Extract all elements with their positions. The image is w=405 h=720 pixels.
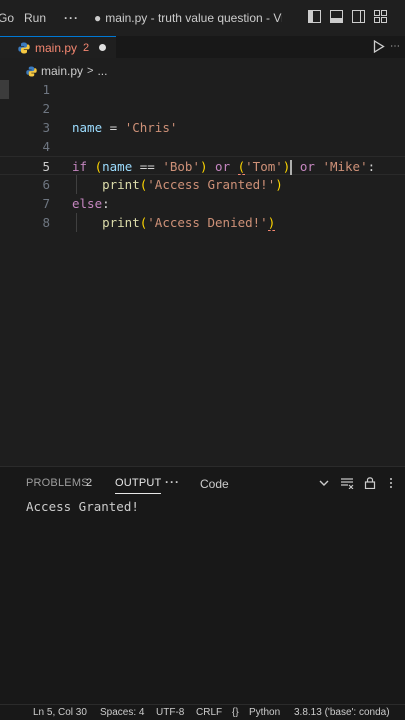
code-text: else: bbox=[72, 194, 110, 213]
toggle-panel-icon[interactable] bbox=[330, 10, 343, 23]
layout-controls bbox=[308, 10, 387, 23]
python-file-icon bbox=[26, 65, 37, 77]
output-channel-select[interactable]: Code bbox=[200, 477, 229, 491]
code-line: 7 else: bbox=[0, 194, 405, 213]
line-number: 5 bbox=[42, 159, 50, 174]
line-number: 2 bbox=[42, 101, 50, 116]
paren-close: ) bbox=[267, 215, 276, 231]
menu-go[interactable]: Go bbox=[0, 11, 19, 25]
line-number: 8 bbox=[42, 215, 50, 230]
string-literal: 'Access Denied!' bbox=[147, 215, 268, 230]
string-literal: 'Mike' bbox=[322, 159, 368, 174]
breadcrumb-chevron-icon: > bbox=[87, 65, 94, 77]
code-line: 6 print('Access Granted!') bbox=[0, 175, 405, 194]
keyword-else: else bbox=[72, 196, 103, 211]
status-encoding[interactable]: UTF-8 bbox=[156, 707, 184, 718]
function-print: print bbox=[102, 215, 140, 230]
editor-tab-bar: main.py 2 ⋯ bbox=[0, 36, 405, 58]
code-text: print('Access Granted!') bbox=[72, 175, 283, 194]
string-literal: 'Access Granted!' bbox=[147, 177, 276, 192]
tab-problems[interactable]: PROBLEMS bbox=[26, 477, 89, 489]
chevron-down-icon[interactable] bbox=[318, 477, 330, 489]
assign-operator: = bbox=[102, 120, 125, 135]
unsaved-dot-icon[interactable] bbox=[99, 44, 107, 51]
tab-problem-count: 2 bbox=[83, 41, 90, 54]
equality-operator: == bbox=[132, 159, 163, 174]
line-number: 4 bbox=[42, 139, 50, 154]
tab-main-py[interactable]: main.py 2 bbox=[0, 36, 116, 58]
line-number: 1 bbox=[42, 82, 50, 97]
window-title: ●main.py - truth value question - Visu… bbox=[94, 11, 282, 25]
code-line-current: 5 if (name == 'Bob') or ('Tom') or 'Mike… bbox=[0, 156, 405, 175]
line-number: 3 bbox=[42, 120, 50, 135]
variable-name: name bbox=[72, 120, 103, 135]
lock-scroll-icon[interactable] bbox=[364, 476, 376, 489]
line-number: 6 bbox=[42, 177, 50, 192]
breadcrumb-symbols[interactable]: ... bbox=[97, 64, 107, 78]
title-bar: Go Run ··· ● main.py - truth value questi… bbox=[0, 0, 405, 37]
output-log: Access Granted! bbox=[26, 499, 139, 514]
string-literal: 'Tom' bbox=[245, 159, 283, 174]
code-line: 3 name = 'Chris' bbox=[0, 118, 405, 137]
editor-actions-more-icon[interactable]: ⋯ bbox=[390, 41, 401, 52]
paren-close: ) bbox=[275, 177, 283, 192]
clear-output-icon[interactable] bbox=[340, 477, 354, 489]
braces-icon[interactable]: {} bbox=[232, 707, 239, 718]
tab-output[interactable]: OUTPUT bbox=[115, 477, 162, 494]
bottom-panel: PROBLEMS 2 OUTPUT ··· Code Access Grante… bbox=[0, 466, 405, 707]
status-eol[interactable]: CRLF bbox=[196, 707, 222, 718]
keyword-or: or bbox=[207, 159, 238, 174]
code-editor[interactable]: 1 2 3 name = 'Chris' 4 5 if (name == 'Bo… bbox=[0, 80, 405, 465]
panel-more-icon[interactable]: ··· bbox=[165, 475, 180, 489]
colon: : bbox=[367, 159, 376, 174]
line-number: 7 bbox=[42, 196, 50, 211]
keyword-if: if bbox=[72, 159, 88, 174]
code-text: name = 'Chris' bbox=[72, 118, 177, 137]
colon: : bbox=[102, 196, 110, 211]
string-literal: 'Bob' bbox=[162, 159, 200, 174]
menu-run[interactable]: Run bbox=[19, 11, 51, 25]
function-print: print bbox=[102, 177, 140, 192]
status-indentation[interactable]: Spaces: 4 bbox=[100, 707, 144, 718]
code-text: print('Access Denied!') bbox=[72, 213, 276, 232]
code-line: 1 bbox=[0, 80, 405, 99]
status-language[interactable]: Python bbox=[249, 707, 280, 718]
panel-actions bbox=[318, 476, 396, 489]
string-literal: 'Chris' bbox=[124, 120, 178, 135]
run-play-icon[interactable] bbox=[373, 40, 385, 53]
paren-close: ) bbox=[199, 159, 208, 174]
toggle-sidebar-icon[interactable] bbox=[308, 10, 321, 23]
paren-close: ) bbox=[282, 159, 291, 174]
code-line: 4 bbox=[0, 137, 405, 156]
panel-tab-bar: PROBLEMS 2 OUTPUT ··· Code bbox=[0, 467, 405, 501]
window-title-text: main.py - truth value question - Visu… bbox=[105, 11, 282, 25]
code-text: if (name == 'Bob') or ('Tom') or 'Mike': bbox=[72, 157, 375, 176]
breadcrumb-file[interactable]: main.py bbox=[41, 64, 83, 78]
code-line: 8 print('Access Denied!') bbox=[0, 213, 405, 232]
code-line: 2 bbox=[0, 99, 405, 118]
problems-count-badge: 2 bbox=[86, 477, 93, 489]
panel-more-actions-icon[interactable] bbox=[386, 477, 396, 489]
variable-name: name bbox=[102, 159, 133, 174]
status-cursor-position[interactable]: Ln 5, Col 30 bbox=[33, 707, 87, 718]
keyword-or: or bbox=[292, 159, 323, 174]
python-file-icon bbox=[18, 42, 30, 53]
status-interpreter[interactable]: 3.8.13 ('base': conda) bbox=[294, 707, 390, 718]
paren-open: ( bbox=[94, 159, 103, 174]
menu-more-icon[interactable]: ··· bbox=[59, 11, 84, 25]
customize-layout-icon[interactable] bbox=[374, 10, 387, 23]
status-bar: Ln 5, Col 30 Spaces: 4 UTF-8 CRLF {} Pyt… bbox=[0, 704, 405, 720]
toggle-secondary-sidebar-icon[interactable] bbox=[352, 10, 365, 23]
tab-label: main.py bbox=[35, 40, 78, 55]
breadcrumb: main.py > ... bbox=[0, 60, 405, 82]
